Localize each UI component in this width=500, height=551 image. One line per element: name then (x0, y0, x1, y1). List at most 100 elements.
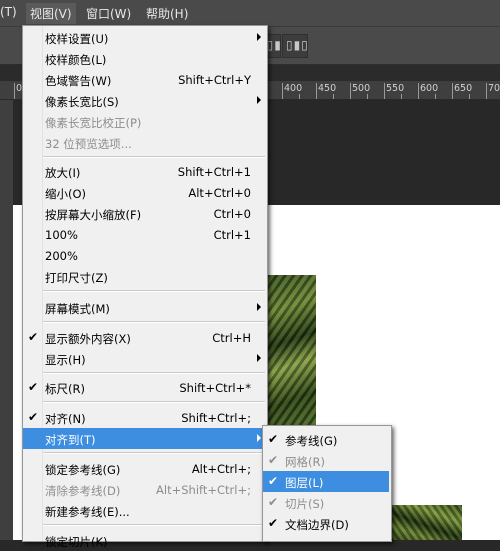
submenu-item-document-bounds[interactable]: ✔ 文档边界(D) (263, 513, 389, 534)
menu-item-label: 200% (45, 249, 78, 263)
menu-separator (43, 452, 265, 454)
menu-item-label: 清除参考线(D) (45, 484, 121, 498)
menu-item-label: 100% (45, 228, 78, 242)
submenu-arrow-icon (257, 434, 261, 442)
menu-item-label: 放大(I) (45, 166, 81, 180)
canvas-image-layer-2[interactable] (390, 505, 462, 540)
menu-item-label: 像素长宽比(S) (45, 95, 119, 109)
menu-item-extras[interactable]: ✔ 显示额外内容(X) Ctrl+H (23, 327, 267, 348)
ruler-tick (299, 94, 300, 99)
snap-to-submenu: ✔ 参考线(G) ✔ 网格(R) ✔ 图层(L) ✔ 切片(S) ✔ 文档边界(… (262, 425, 392, 542)
menu-item-label: 像素长宽比校正(P) (45, 116, 142, 130)
menu-item-pixel-aspect-correction: 像素长宽比校正(P) (23, 111, 267, 132)
ruler-tick (435, 94, 436, 99)
menu-bar: (T) 视图(V) 窗口(W) 帮助(H) (0, 0, 500, 27)
foliage-texture (390, 505, 462, 540)
menu-item-label: 标尺(R) (45, 382, 85, 396)
menu-item-shortcut: Ctrl+1 (213, 228, 251, 242)
menu-item-shortcut: Shift+Ctrl+; (181, 411, 251, 425)
check-icon: ✔ (268, 516, 279, 530)
menu-item-print-size[interactable]: 打印尺寸(Z) (23, 266, 267, 287)
menu-item-label: 按屏幕大小缩放(F) (45, 208, 142, 222)
ruler-label: 400 (284, 83, 303, 94)
menu-item-clear-guides: 清除参考线(D) Alt+Shift+Ctrl+; (23, 479, 267, 500)
view-menu-dropdown: 校样设置(U) 校样颜色(L) 色域警告(W) Shift+Ctrl+Y 像素长… (22, 25, 268, 549)
menu-view[interactable]: 视图(V) (26, 3, 76, 24)
menu-separator (43, 401, 265, 403)
menu-item-200-percent[interactable]: 200% (23, 245, 267, 266)
menu-item-fit-on-screen[interactable]: 按屏幕大小缩放(F) Ctrl+0 (23, 203, 267, 224)
menu-item-label: 校样设置(U) (45, 32, 109, 46)
submenu-item-label: 网格(R) (285, 455, 325, 469)
menu-text[interactable]: (T) (0, 5, 17, 19)
ruler-label: 650 (454, 83, 473, 94)
ruler-label: 500 (352, 83, 371, 94)
menu-item-label: 新建参考线(E)... (45, 505, 130, 519)
submenu-item-grid: ✔ 网格(R) (263, 450, 389, 471)
menu-item-pixel-aspect-ratio[interactable]: 像素长宽比(S) (23, 90, 267, 111)
menu-item-label: 对齐(N) (45, 412, 86, 426)
ruler-label: 450 (318, 83, 337, 94)
ruler-tick (418, 83, 419, 99)
submenu-item-label: 参考线(G) (285, 434, 338, 448)
ruler-tick (486, 83, 487, 99)
menu-separator (43, 290, 265, 292)
vertical-ruler[interactable] (0, 100, 13, 540)
menu-item-new-guide[interactable]: 新建参考线(E)... (23, 500, 267, 521)
menu-separator (43, 372, 265, 374)
distribute-spacing-icon: ▯▮▯ (286, 38, 309, 52)
ruler-tick (367, 94, 368, 99)
menu-item-snap[interactable]: ✔ 对齐(N) Shift+Ctrl+; (23, 407, 267, 428)
submenu-item-label: 切片(S) (285, 497, 325, 511)
submenu-arrow-icon (257, 354, 261, 362)
submenu-item-label: 文档边界(D) (285, 518, 349, 532)
menu-item-rulers[interactable]: ✔ 标尺(R) Shift+Ctrl+* (23, 377, 267, 398)
menu-item-show[interactable]: 显示(H) (23, 348, 267, 369)
submenu-arrow-icon (257, 303, 261, 311)
menu-separator (43, 524, 265, 526)
menu-item-label: 显示(H) (45, 353, 86, 367)
check-icon: ✔ (268, 474, 279, 488)
ruler-tick (14, 83, 15, 99)
menu-item-screen-mode[interactable]: 屏幕模式(M) (23, 297, 267, 318)
menu-item-label: 色域警告(W) (45, 74, 112, 88)
menu-item-shortcut: Alt+Ctrl+; (191, 462, 251, 476)
menu-separator (43, 321, 265, 323)
menu-help[interactable]: 帮助(H) (146, 5, 188, 22)
menu-item-label: 打印尺寸(Z) (45, 271, 108, 285)
submenu-item-label: 图层(L) (285, 476, 324, 490)
submenu-item-slices: ✔ 切片(S) (263, 492, 389, 513)
ruler-tick (401, 94, 402, 99)
check-icon: ✔ (28, 330, 39, 344)
menu-item-32bit-preview: 32 位预览选项... (23, 132, 267, 153)
check-icon: ✔ (268, 453, 279, 467)
menu-separator (43, 156, 265, 158)
ruler-tick (469, 94, 470, 99)
menu-item-gamut-warning[interactable]: 色域警告(W) Shift+Ctrl+Y (23, 69, 267, 90)
menu-item-lock-slices[interactable]: 锁定切片(K) (23, 530, 267, 551)
menu-item-label: 32 位预览选项... (45, 137, 132, 151)
ruler-label: 600 (420, 83, 439, 94)
menu-item-100-percent[interactable]: 100% Ctrl+1 (23, 224, 267, 245)
menu-item-label: 显示额外内容(X) (45, 332, 131, 346)
check-icon: ✔ (268, 495, 279, 509)
check-icon: ✔ (28, 410, 39, 424)
menu-item-zoom-in[interactable]: 放大(I) Shift+Ctrl+1 (23, 161, 267, 182)
menu-item-snap-to[interactable]: 对齐到(T) (23, 428, 267, 449)
menu-item-label: 校样颜色(L) (45, 53, 107, 67)
menu-item-proof-colors[interactable]: 校样颜色(L) (23, 48, 267, 69)
menu-item-proof-setup[interactable]: 校样设置(U) (23, 27, 267, 48)
menu-item-label: 对齐到(T) (45, 433, 96, 447)
menu-item-shortcut: Shift+Ctrl+* (179, 381, 251, 395)
menu-item-label: 屏幕模式(M) (45, 302, 110, 316)
check-icon: ✔ (28, 380, 39, 394)
menu-item-zoom-out[interactable]: 缩小(O) Alt+Ctrl+0 (23, 182, 267, 203)
submenu-item-guides[interactable]: ✔ 参考线(G) (263, 429, 389, 450)
menu-item-label: 锁定切片(K) (45, 535, 108, 549)
menu-item-shortcut: Alt+Ctrl+0 (188, 186, 251, 200)
menu-window[interactable]: 窗口(W) (86, 5, 131, 22)
submenu-arrow-icon (257, 33, 261, 41)
ruler-tick (333, 94, 334, 99)
submenu-item-layers[interactable]: ✔ 图层(L) (263, 471, 389, 492)
menu-item-lock-guides[interactable]: 锁定参考线(G) Alt+Ctrl+; (23, 458, 267, 479)
